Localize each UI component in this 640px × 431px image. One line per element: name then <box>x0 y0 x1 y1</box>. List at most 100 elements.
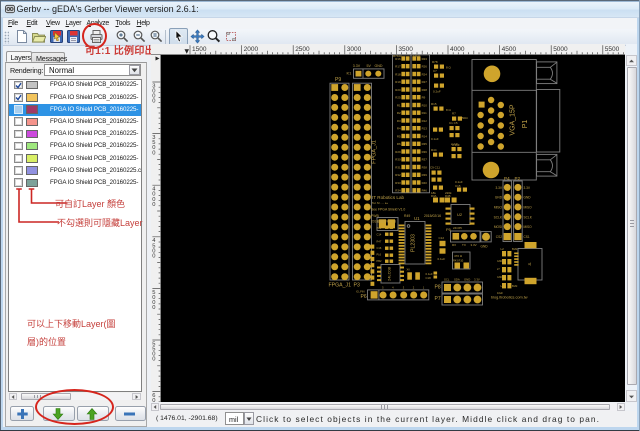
svg-text:0.1uF: 0.1uF <box>438 257 446 261</box>
svg-text:20160225JICA_B: 20160225JICA_B <box>371 220 396 224</box>
svg-text:R13: R13 <box>422 127 428 131</box>
svg-text:MISO: MISO <box>524 225 533 229</box>
svg-text:220Ω: 220Ω <box>377 220 383 224</box>
svg-text:3.3V: 3.3V <box>474 278 480 282</box>
svg-text:R4B: R4B <box>445 194 451 198</box>
svg-text:P3: P3 <box>354 283 360 289</box>
svg-text:R1: R1 <box>397 103 401 107</box>
svg-text:P2: P2 <box>515 176 521 181</box>
svg-text:CS2: CS2 <box>496 235 502 239</box>
svg-text:R5: R5 <box>397 134 401 138</box>
svg-text:5V: 5V <box>367 64 372 68</box>
svg-text:3.3V: 3.3V <box>353 64 361 68</box>
svg-text:P6: P6 <box>361 294 367 300</box>
svg-text:R20: R20 <box>395 88 401 92</box>
svg-text:8 Ω: 8 Ω <box>446 66 452 70</box>
svg-text:SCL: SCL <box>444 278 450 282</box>
svg-text:3.3V: 3.3V <box>495 186 502 190</box>
svg-text:SCLK: SCLK <box>494 215 503 219</box>
svg-text:PB2: PB2 <box>377 259 382 263</box>
svg-text:R46: R46 <box>422 189 428 193</box>
svg-text:R16: R16 <box>395 57 401 61</box>
svg-text:R3: R3 <box>397 119 401 123</box>
svg-text:R26: R26 <box>422 65 428 69</box>
svg-text:R4: R4 <box>397 127 401 131</box>
svg-text:R38: R38 <box>422 165 428 169</box>
svg-text:XII: XII <box>407 268 410 272</box>
svg-text:R17: R17 <box>395 65 401 69</box>
svg-text:SDA: SDA <box>454 278 460 282</box>
svg-text:2.2uF: 2.2uF <box>451 142 458 146</box>
svg-text:R25: R25 <box>395 96 401 100</box>
svg-text:R39: R39 <box>422 173 428 177</box>
svg-text:C12: C12 <box>439 236 445 240</box>
svg-text:0.1uF: 0.1uF <box>431 137 439 141</box>
svg-text:P9: P9 <box>335 77 341 83</box>
svg-text:P4: P4 <box>504 176 510 181</box>
svg-text:R44: R44 <box>431 148 437 152</box>
svg-text:R29: R29 <box>395 150 401 154</box>
svg-text:220 Ω: 220 Ω <box>413 55 422 58</box>
svg-text:R40: R40 <box>422 181 428 185</box>
svg-text:R12: R12 <box>422 119 428 123</box>
svg-text:0: 0 <box>152 150 155 156</box>
svg-text:50Ω: 50Ω <box>462 116 468 120</box>
svg-text:R19: R19 <box>395 80 401 84</box>
svg-text:5500: 5500 <box>605 46 620 53</box>
svg-text:PL6: PL6 <box>377 253 382 257</box>
svg-text:0: 0 <box>152 202 155 208</box>
svg-text:PA0: PA0 <box>377 226 382 230</box>
svg-text:GND: GND <box>524 196 532 200</box>
svg-text:PWB: PWB <box>371 214 379 218</box>
svg-text:P8: P8 <box>435 285 441 291</box>
svg-text:K1: K1 <box>347 71 353 76</box>
svg-text:R33: R33 <box>395 181 401 185</box>
svg-text:TX: TX <box>462 243 466 247</box>
svg-text:P5: P5 <box>446 227 452 232</box>
svg-text:BLM: BLM <box>512 284 517 288</box>
svg-text:U2: U2 <box>457 212 463 217</box>
svg-text:0: 0 <box>152 357 155 363</box>
svg-text:GND: GND <box>495 196 503 200</box>
svg-text:VGA_15P: VGA_15P <box>510 104 517 135</box>
svg-text:R15: R15 <box>431 102 437 106</box>
svg-text:R18: R18 <box>395 72 401 76</box>
svg-text:blog.ltrobotics.com.tw: blog.ltrobotics.com.tw <box>491 296 528 300</box>
svg-text:0: 0 <box>152 305 155 311</box>
svg-text:R37: R37 <box>422 158 428 162</box>
svg-text:3000: 3000 <box>347 46 362 53</box>
svg-text:R14: R14 <box>422 134 428 138</box>
svg-text:C14: C14 <box>377 233 382 237</box>
svg-text:2500: 2500 <box>295 46 310 53</box>
svg-text:0.2uF: 0.2uF <box>433 90 441 94</box>
svg-text:470 Ω: 470 Ω <box>454 254 463 258</box>
svg-text:BLM: BLM <box>512 247 517 251</box>
svg-text:1500: 1500 <box>192 46 207 53</box>
svg-text:R32: R32 <box>395 173 401 177</box>
svg-text:2000: 2000 <box>244 46 259 53</box>
svg-text:8 Ω: 8 Ω <box>446 108 452 112</box>
svg-text:24LC08: 24LC08 <box>387 266 392 281</box>
svg-text:J1: J1 <box>528 262 532 266</box>
svg-text:R7: R7 <box>452 112 456 116</box>
svg-text:R49: R49 <box>404 214 410 218</box>
svg-text:L2: L2 <box>501 247 505 251</box>
svg-text:4500: 4500 <box>502 46 517 53</box>
svg-text:P7: P7 <box>435 296 441 302</box>
svg-text:R36: R36 <box>422 150 428 154</box>
svg-text:R30: R30 <box>395 158 401 162</box>
svg-text:R24: R24 <box>422 72 428 76</box>
svg-text:0: 0 <box>152 254 155 260</box>
svg-text:FPGA_J1: FPGA_J1 <box>372 140 378 164</box>
svg-text:3.3V: 3.3V <box>471 243 477 247</box>
svg-text:MISO: MISO <box>524 206 533 210</box>
svg-text:FPGA_J1: FPGA_J1 <box>329 283 352 289</box>
svg-text:C9 C11: C9 C11 <box>430 166 440 170</box>
svg-text:C18: C18 <box>426 276 432 280</box>
svg-text:R2: R2 <box>397 111 401 115</box>
svg-text:C16: C16 <box>377 246 382 250</box>
svg-text:R28: R28 <box>422 88 428 92</box>
svg-text:R9: R9 <box>422 96 426 100</box>
svg-text:R34: R34 <box>395 189 401 193</box>
svg-text:C7: C7 <box>433 69 437 73</box>
